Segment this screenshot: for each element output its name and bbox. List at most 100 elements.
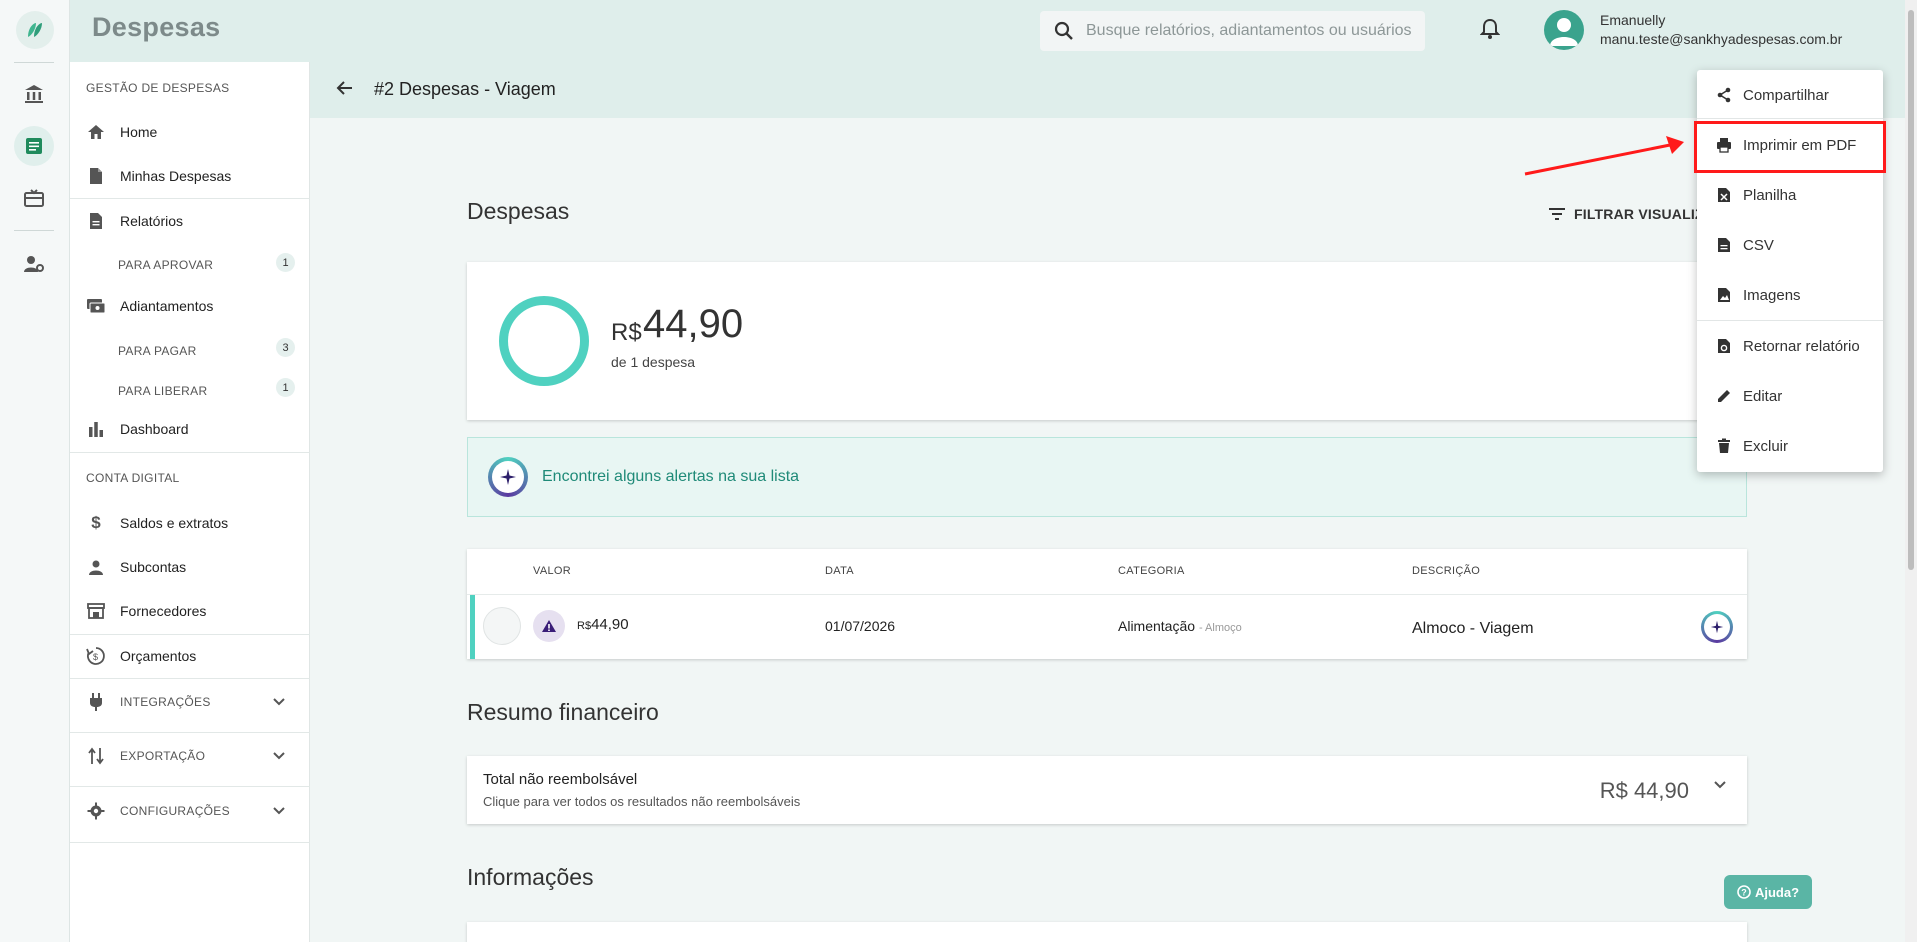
sidebar-item-my-expenses[interactable]: Minhas Despesas — [70, 158, 310, 194]
menu-item-csv[interactable]: CSV — [1697, 225, 1883, 265]
sidebar-divider — [70, 634, 310, 635]
filter-view-button[interactable]: FILTRAR VISUALIZAÇÃO — [1548, 206, 1698, 222]
search-box[interactable] — [1040, 11, 1425, 51]
sidebar-item-suppliers[interactable]: Fornecedores — [70, 593, 310, 629]
total-amount: 44,90 — [643, 302, 744, 346]
sidebar-item-label: Adiantamentos — [120, 298, 214, 314]
sidebar-item-label: Home — [120, 124, 158, 140]
fin-title: Total não reembolsável — [483, 771, 638, 788]
back-arrow-icon[interactable] — [336, 80, 354, 101]
menu-item-label: Retornar relatório — [1743, 337, 1860, 355]
sidebar-section-title: GESTÃO DE DESPESAS — [86, 81, 230, 95]
menu-item-images[interactable]: Imagens — [1697, 275, 1883, 315]
sidebar-item-home[interactable]: Home — [70, 114, 310, 150]
sidebar-item-label: Fornecedores — [120, 603, 207, 619]
sidebar-subitem-to-approve[interactable]: PARA APROVAR — [118, 258, 213, 272]
user-email[interactable]: manu.teste@sankhyadespesas.com.br — [1600, 31, 1842, 47]
help-icon: ? — [1737, 885, 1751, 899]
sidebar: GESTÃO DE DESPESAS Home Minhas Despesas … — [70, 62, 310, 942]
menu-divider — [1697, 118, 1883, 119]
column-header-value[interactable]: VALOR — [533, 565, 571, 577]
sidebar-item-budgets[interactable]: $ Orçamentos — [70, 638, 310, 674]
chevron-down-icon[interactable] — [272, 751, 286, 761]
sidebar-item-export[interactable]: EXPORTAÇÃO — [70, 738, 310, 774]
import-export-icon — [86, 746, 106, 766]
svg-text:?: ? — [1741, 888, 1747, 898]
non-refundable-total-card[interactable]: Total não reembolsável Clique para ver t… — [467, 756, 1747, 824]
report-icon — [86, 211, 106, 231]
count-badge: 1 — [276, 378, 295, 397]
chevron-down-icon[interactable] — [272, 697, 286, 707]
menu-item-delete[interactable]: Excluir — [1697, 426, 1883, 466]
user-avatar-icon — [1550, 18, 1578, 46]
row-description: Almoco - Viagem — [1412, 620, 1534, 637]
alert-text: Encontrei alguns alertas na sua lista — [542, 468, 800, 485]
help-button[interactable]: ? Ajuda? — [1724, 875, 1812, 909]
sidebar-item-settings[interactable]: CONFIGURAÇÕES — [70, 793, 310, 829]
sidebar-item-integrations[interactable]: INTEGRAÇÕES — [70, 684, 310, 720]
menu-item-label: Excluir — [1743, 437, 1789, 455]
rail-expenses-icon[interactable] — [14, 126, 54, 166]
chevron-down-icon[interactable] — [272, 806, 286, 816]
row-category: Alimentação — [1118, 618, 1196, 634]
alerts-banner[interactable]: Encontrei alguns alertas na sua lista — [467, 437, 1747, 517]
menu-item-spreadsheet[interactable]: Planilha — [1697, 175, 1883, 215]
app-rail — [0, 0, 70, 942]
warning-icon[interactable] — [533, 610, 565, 642]
scrollbar-thumb[interactable] — [1908, 10, 1914, 570]
person-icon — [86, 557, 106, 577]
menu-item-share[interactable]: Compartilhar — [1697, 75, 1883, 115]
receipt-thumbnail[interactable] — [483, 607, 521, 645]
page-scrollbar[interactable] — [1905, 0, 1917, 942]
app-title: Despesas — [92, 12, 221, 42]
store-icon — [86, 601, 106, 621]
rail-user-settings-icon[interactable] — [14, 244, 54, 284]
column-header-description[interactable]: DESCRIÇÃO — [1412, 565, 1480, 577]
column-header-date[interactable]: DATA — [825, 565, 854, 577]
sidebar-item-dashboard[interactable]: Dashboard — [70, 411, 310, 447]
menu-item-edit[interactable]: Editar — [1697, 376, 1883, 416]
chevron-down-icon[interactable] — [1713, 780, 1727, 790]
sidebar-item-subaccounts[interactable]: Subcontas — [70, 549, 310, 585]
search-icon — [1054, 21, 1073, 40]
column-header-category[interactable]: CATEGORIA — [1118, 565, 1185, 577]
rail-gift-card-icon[interactable] — [14, 178, 54, 218]
rail-divider — [14, 62, 54, 63]
sidebar-item-reports[interactable]: Relatórios — [70, 203, 310, 239]
ai-assistant-icon — [488, 457, 528, 497]
return-file-icon — [1715, 337, 1733, 355]
csv-file-icon — [1715, 236, 1733, 254]
app-logo[interactable] — [16, 11, 54, 49]
count-badge: 1 — [276, 253, 295, 272]
menu-item-label: Editar — [1743, 387, 1783, 405]
menu-item-label: Compartilhar — [1743, 86, 1829, 104]
total-currency: R$ — [611, 319, 642, 346]
avatar[interactable] — [1544, 10, 1584, 50]
user-name[interactable]: Emanuelly — [1600, 12, 1665, 28]
sidebar-divider — [70, 732, 310, 733]
plug-icon — [86, 692, 106, 712]
row-date: 01/07/2026 — [825, 618, 896, 634]
annotation-arrow-icon — [1524, 136, 1684, 176]
information-section-title: Informações — [467, 864, 594, 890]
table-row[interactable]: R$44,90 01/07/2026 Alimentação - Almoço … — [467, 594, 1747, 659]
home-icon — [86, 122, 106, 142]
sidebar-item-balances[interactable]: $ Saldos e extratos — [70, 505, 310, 541]
budget-cycle-icon: $ — [86, 646, 106, 666]
row-status-bar — [470, 595, 475, 659]
menu-item-label: Planilha — [1743, 186, 1797, 204]
top-header: Despesas Emanuelly manu.teste@sankhyades… — [70, 0, 1917, 62]
search-input[interactable] — [1086, 22, 1416, 40]
ai-assistant-icon[interactable] — [1701, 611, 1733, 643]
notifications-bell-icon[interactable] — [1479, 18, 1501, 45]
sidebar-item-label: Relatórios — [120, 213, 184, 229]
information-card — [467, 922, 1747, 942]
spreadsheet-file-icon — [1715, 186, 1733, 204]
sidebar-subitem-to-pay[interactable]: PARA PAGAR — [118, 344, 197, 358]
menu-item-return-report[interactable]: Retornar relatório — [1697, 326, 1883, 366]
sidebar-item-advances[interactable]: Adiantamentos — [70, 288, 310, 324]
sidebar-subitem-to-release[interactable]: PARA LIBERAR — [118, 384, 207, 398]
fin-subtitle: Clique para ver todos os resultados não … — [483, 794, 801, 809]
gear-icon — [86, 801, 106, 821]
rail-bank-icon[interactable] — [14, 74, 54, 114]
